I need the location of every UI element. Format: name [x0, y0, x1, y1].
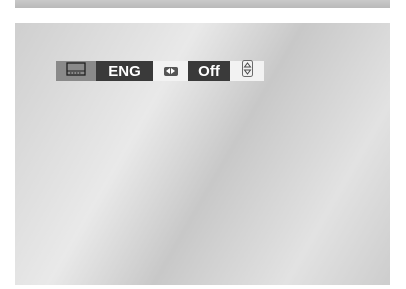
subtitle-icon-cell: [56, 61, 96, 81]
subtitle-language-value[interactable]: ENG: [96, 61, 153, 81]
subtitle-state-value[interactable]: Off: [188, 61, 230, 81]
top-screen-strip: [15, 0, 390, 8]
subtitle-icon: [66, 61, 86, 81]
left-right-arrows-icon: [163, 66, 178, 76]
up-down-arrows-icon: [241, 60, 253, 82]
subtitle-osd-bar: ENG Off: [56, 60, 264, 82]
state-nav-cell[interactable]: [230, 60, 264, 82]
language-nav-cell[interactable]: [153, 61, 188, 81]
